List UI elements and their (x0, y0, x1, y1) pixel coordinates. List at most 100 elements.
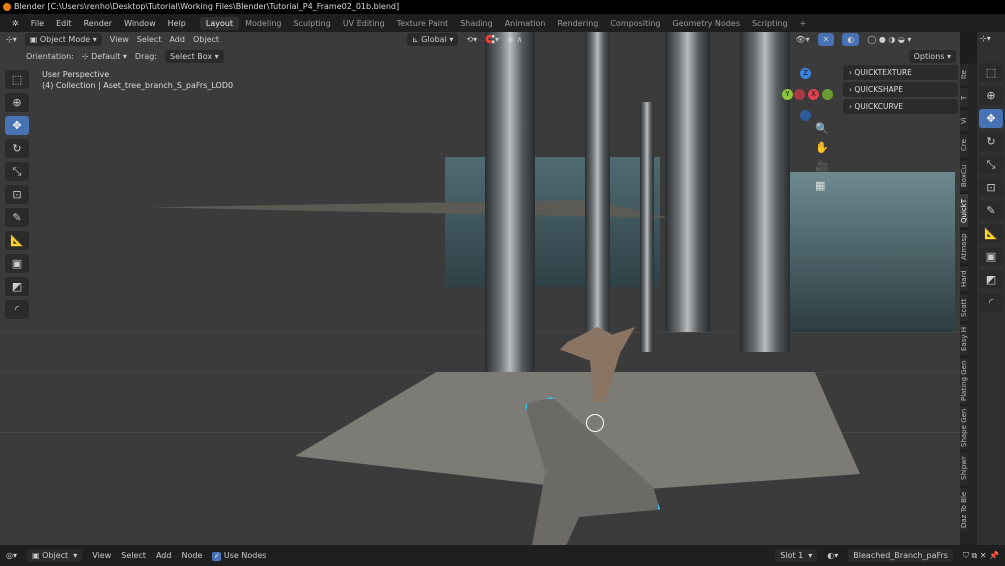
menu-select[interactable]: Select (137, 35, 162, 44)
tab-plating-gen[interactable]: Plating Gen (960, 357, 968, 403)
editor-type-icon[interactable]: ⊹▾ (977, 32, 1005, 45)
scale-icon[interactable]: ⤡ (979, 155, 1003, 174)
scale-icon[interactable]: ⤡ (5, 162, 29, 181)
tab-create[interactable]: Cre (960, 133, 968, 157)
menu-view[interactable]: View (92, 551, 111, 560)
annotate-icon[interactable]: ✎ (979, 201, 1003, 220)
overlay-toggle-icon[interactable]: ◐ (842, 33, 860, 46)
tab-quicktools[interactable]: QuickT (960, 193, 968, 227)
tab-tool[interactable]: T (960, 87, 968, 107)
cursor-icon[interactable]: ⊕ (979, 86, 1003, 105)
select-box-icon[interactable]: ⬚ (979, 63, 1003, 82)
tab-rendering[interactable]: Rendering (551, 17, 604, 30)
x-axis[interactable]: X (808, 89, 819, 100)
tab-shading[interactable]: Shading (454, 17, 499, 30)
menu-window[interactable]: Window (118, 19, 162, 28)
menu-render[interactable]: Render (78, 19, 118, 28)
editor-type-icon[interactable]: ⊹▾ (6, 35, 17, 44)
menu-file[interactable]: File (25, 19, 50, 28)
drag-dropdown[interactable]: Select Box ▾ (165, 49, 224, 63)
annotate-icon[interactable]: ✎ (5, 208, 29, 227)
measure-icon[interactable]: 📐 (5, 231, 29, 250)
tab-shipwright[interactable]: Shipwr (960, 451, 968, 485)
y-axis[interactable]: Y (782, 89, 793, 100)
panel-quickshape[interactable]: › QUICKSHAPE (843, 82, 958, 97)
editor-type-icon[interactable]: ◎▾ (6, 551, 17, 560)
pan-hand-icon[interactable]: ✋ (815, 141, 829, 154)
rotate-icon[interactable]: ↻ (5, 139, 29, 158)
cursor-icon[interactable]: ⊕ (5, 93, 29, 112)
transform-icon[interactable]: ⊡ (5, 185, 29, 204)
tab-item[interactable]: Ite (960, 63, 968, 85)
tab-scatter[interactable]: Scatt (960, 293, 968, 321)
tab-layout[interactable]: Layout (199, 16, 240, 30)
menu-add[interactable]: Add (156, 551, 172, 560)
material-actions[interactable]: ⛉ ⧉ ✕ 📌 (963, 551, 999, 561)
panel-quicktexture[interactable]: › QUICKTEXTURE (843, 65, 958, 80)
add-cube-icon[interactable]: ▣ (5, 254, 29, 273)
orientation-dropdown[interactable]: ⊾ Global ▾ (407, 33, 459, 46)
grid-perspective-icon[interactable]: ▦ (815, 179, 829, 192)
shading-modes[interactable]: ◯ ● ◑ ◒ ▾ (867, 35, 911, 44)
tab-modeling[interactable]: Modeling (239, 17, 287, 30)
tree-trunk (485, 32, 535, 377)
tab-scripting[interactable]: Scripting (746, 17, 794, 30)
pivot-icon[interactable]: ⟲▾ (466, 35, 477, 44)
tab-sculpting[interactable]: Sculpting (287, 17, 336, 30)
add-cube-icon[interactable]: ▣ (979, 247, 1003, 266)
quickcurve-tool-icon[interactable]: ◜ (979, 293, 1003, 312)
tab-daz-to-blender[interactable]: Daz To Ble (960, 487, 968, 531)
menu-view[interactable]: View (110, 35, 129, 44)
tab-view[interactable]: Vi (960, 109, 968, 131)
blender-menu-icon[interactable]: ✲ (6, 19, 25, 28)
menu-select[interactable]: Select (121, 551, 146, 560)
neg-x-axis[interactable] (822, 89, 833, 100)
tab-hardops[interactable]: Hard (960, 265, 968, 291)
panel-quickcurve[interactable]: › QUICKCURVE (843, 99, 958, 114)
tab-easy-hdri[interactable]: Easy H (960, 323, 968, 355)
menu-add[interactable]: Add (169, 35, 185, 44)
tab-animation[interactable]: Animation (499, 17, 552, 30)
material-browse-icon[interactable]: ◐▾ (827, 551, 838, 560)
camera-icon[interactable]: 🎥 (815, 160, 829, 173)
zoom-icon[interactable]: 🔍 (815, 122, 829, 135)
tab-atmosphere[interactable]: Atmosp (960, 229, 968, 263)
window-title: Blender [C:\Users\renho\Desktop\Tutorial… (14, 2, 400, 11)
tab-texture-paint[interactable]: Texture Paint (391, 17, 455, 30)
measure-icon[interactable]: 📐 (979, 224, 1003, 243)
tab-shape-gen[interactable]: Shape Gen (960, 405, 968, 449)
menu-node[interactable]: Node (181, 551, 202, 560)
transform-gizmo-circle[interactable] (586, 414, 604, 432)
z-axis[interactable]: Z (800, 68, 811, 79)
select-box-icon[interactable]: ⬚ (5, 70, 29, 89)
tab-compositing[interactable]: Compositing (604, 17, 666, 30)
visibility-icon[interactable]: 👁▾ (795, 35, 809, 44)
move-icon[interactable]: ✥ (979, 109, 1003, 128)
gizmo-toggle-icon[interactable]: ✕ (817, 33, 835, 46)
orientation-default-dropdown[interactable]: ⊹ Default ▾ (82, 52, 127, 61)
snap-icon[interactable]: 🧲▾ (485, 35, 499, 44)
tab-boxcutter[interactable]: BoxCu (960, 159, 968, 191)
quicktexture-tool-icon[interactable]: ◩ (979, 270, 1003, 289)
quickcurve-tool-icon[interactable]: ◜ (5, 300, 29, 319)
options-dropdown[interactable]: Options ▾ (908, 49, 956, 63)
transform-icon[interactable]: ⊡ (979, 178, 1003, 197)
rotate-icon[interactable]: ↻ (979, 132, 1003, 151)
3d-viewport[interactable]: ⊹▾ ▣ Object Mode ▾ View Select Add Objec… (0, 32, 960, 545)
move-icon[interactable]: ✥ (5, 116, 29, 135)
tab-geometry-nodes[interactable]: Geometry Nodes (667, 17, 746, 30)
neg-y-axis[interactable] (794, 89, 805, 100)
menu-edit[interactable]: Edit (50, 19, 78, 28)
object-type-dropdown[interactable]: ▣ Object ▾ (27, 549, 83, 562)
slot-dropdown[interactable]: Slot 1 ▾ (775, 549, 818, 562)
neg-z-axis[interactable] (800, 110, 811, 121)
quicktexture-tool-icon[interactable]: ◩ (5, 277, 29, 296)
add-workspace-button[interactable]: + (794, 17, 813, 30)
use-nodes-checkbox[interactable]: ✓ Use Nodes (212, 551, 266, 561)
tab-uv-editing[interactable]: UV Editing (337, 17, 391, 30)
material-name-field[interactable]: Bleached_Branch_paFrs (848, 549, 953, 562)
mode-dropdown[interactable]: ▣ Object Mode ▾ (24, 33, 102, 46)
menu-help[interactable]: Help (162, 19, 192, 28)
menu-object[interactable]: Object (193, 35, 219, 44)
proportional-edit-icon[interactable]: ◉ ∧ (507, 35, 522, 44)
